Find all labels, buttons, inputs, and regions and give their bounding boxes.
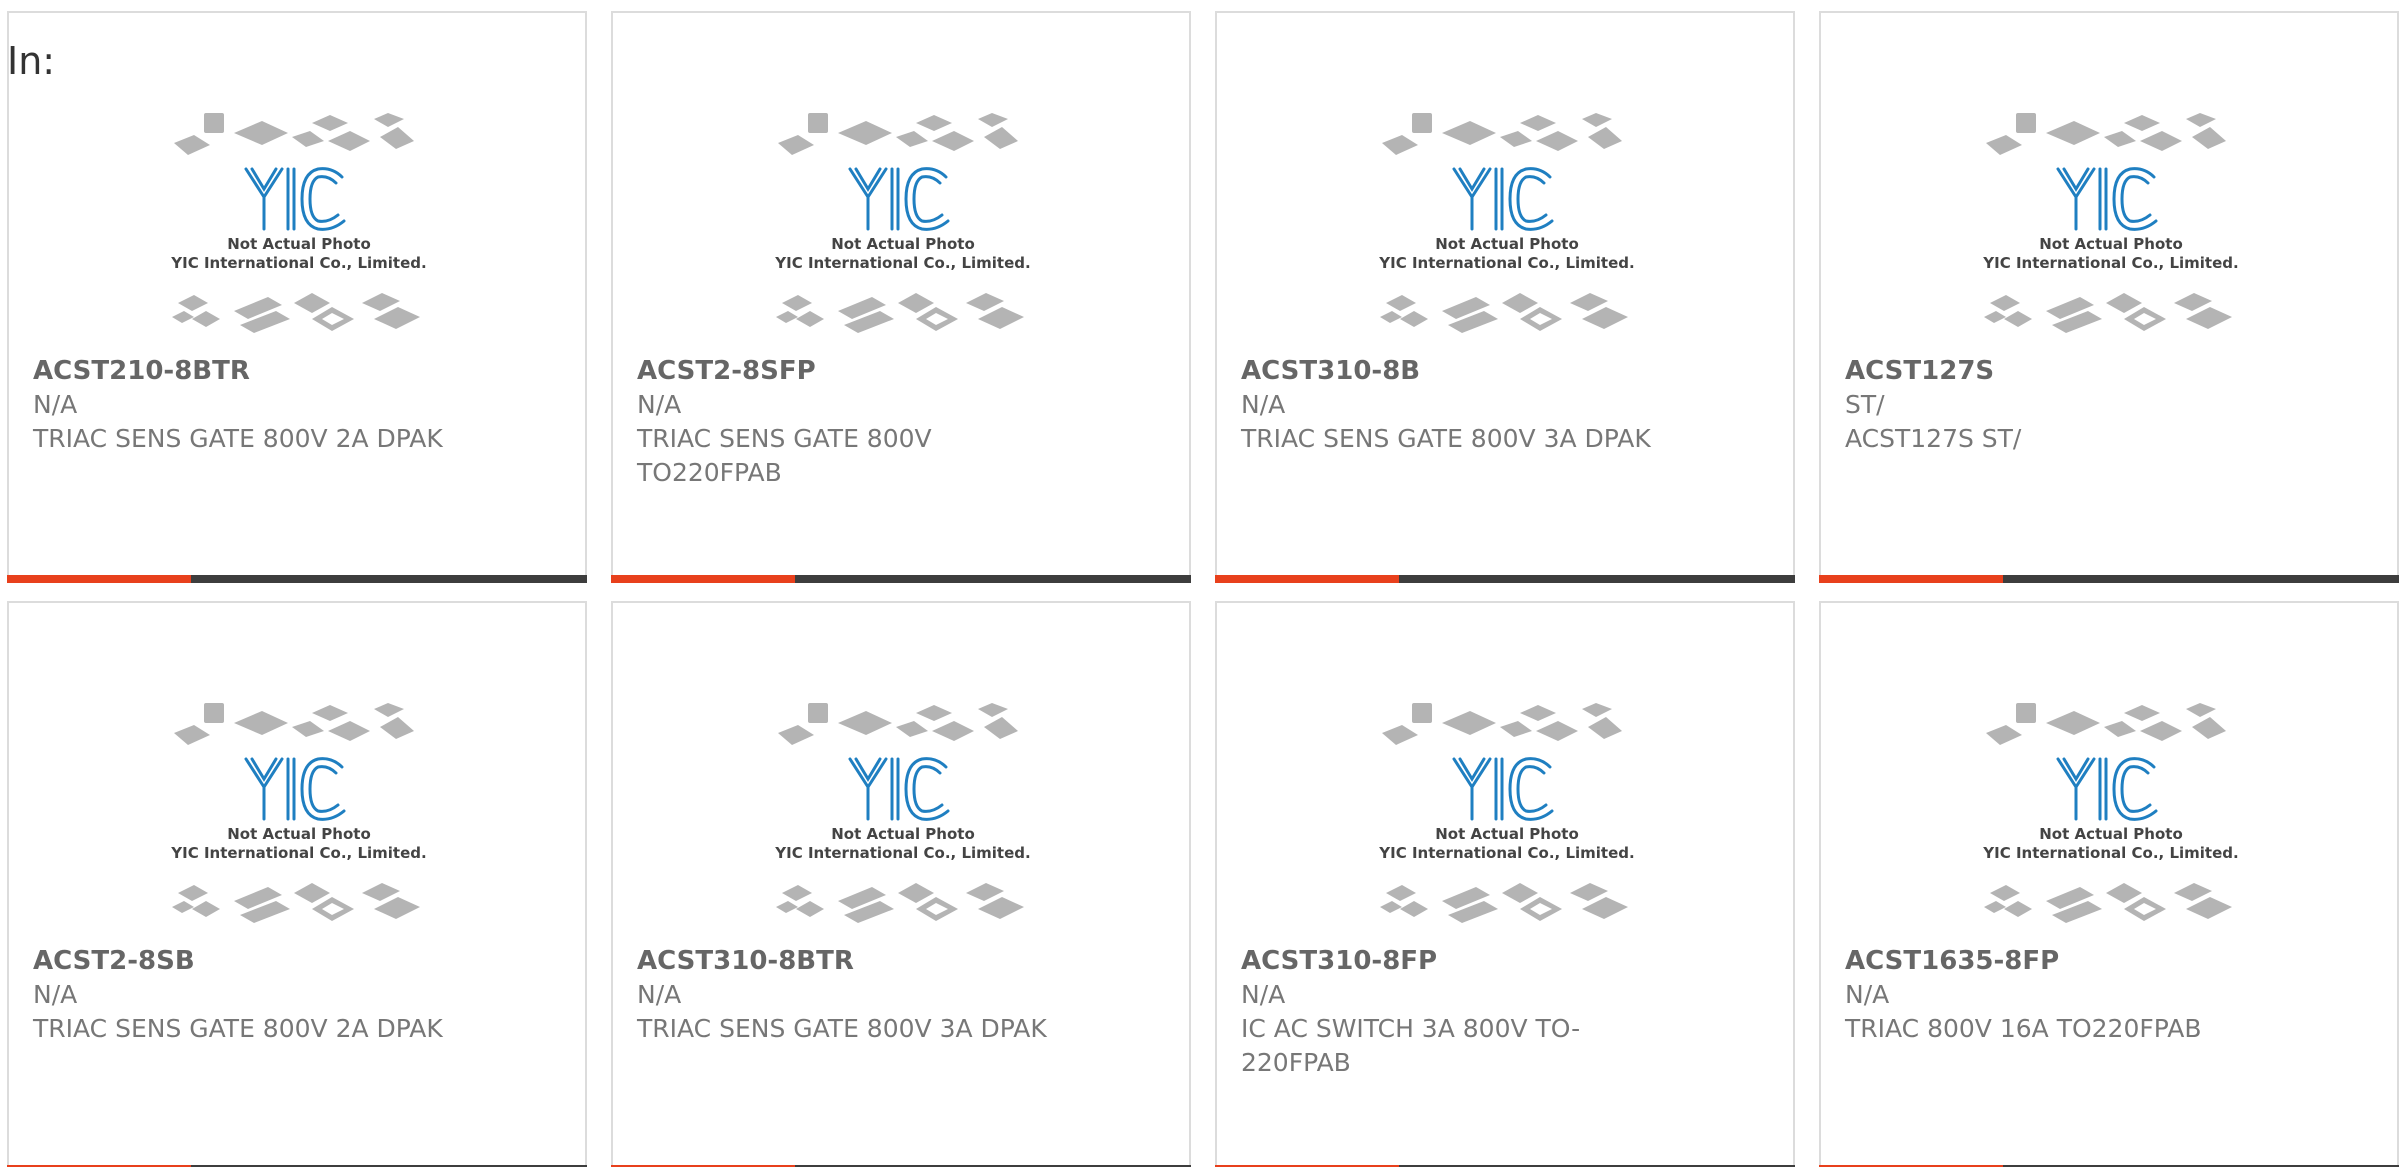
- manufacturer: N/A: [33, 980, 78, 1009]
- product-photo-placeholder: Not Actual PhotoYIC International Co., L…: [170, 703, 427, 923]
- description: TRIAC SENS GATE 800V 3A DPAK: [637, 1014, 1047, 1043]
- chip-cluster-bottom: [1984, 883, 2232, 923]
- chip-cluster-top: [778, 703, 1018, 745]
- product-card[interactable]: Not Actual Photo YIC International Co., L…: [611, 601, 1191, 1167]
- chip-cluster-top: [174, 113, 414, 155]
- card-bottom-bar: [611, 575, 1191, 583]
- yic-logo-icon: [848, 757, 950, 821]
- manufacturer: N/A: [637, 980, 682, 1009]
- product-card[interactable]: Not Actual Photo YIC International Co., L…: [611, 11, 1191, 583]
- company-caption: YIC International Co., Limited.: [1982, 254, 2238, 272]
- product-card[interactable]: Not Actual Photo YIC International Co., L…: [7, 11, 587, 583]
- product-info: ACST127S ST/ ACST127S ST/: [1845, 354, 2365, 456]
- yic-logo-icon: [1452, 757, 1554, 821]
- product-info: ACST210-8BTR N/A TRIAC SENS GATE 800V 2A…: [33, 354, 553, 456]
- product-info: ACST310-8FP N/A IC AC SWITCH 3A 800V TO-…: [1241, 944, 1761, 1080]
- not-actual-photo-caption: Not Actual Photo: [227, 235, 371, 253]
- product-card[interactable]: Not Actual Photo YIC International Co., L…: [7, 601, 587, 1167]
- chip-cluster-bottom: [1380, 293, 1628, 333]
- product-photo-placeholder: Not Actual PhotoYIC International Co., L…: [1378, 113, 1635, 333]
- manufacturer: N/A: [1241, 980, 1286, 1009]
- not-actual-photo-caption: Not Actual Photo: [2039, 235, 2183, 253]
- company-caption: YIC International Co., Limited.: [774, 254, 1030, 272]
- part-number[interactable]: ACST310-8FP: [1241, 944, 1761, 978]
- chip-cluster-top: [1986, 113, 2226, 155]
- product-photo-placeholder: Not Actual PhotoYIC International Co., L…: [170, 113, 427, 333]
- yic-logo-icon: [848, 167, 950, 231]
- product-photo-placeholder: Not Actual PhotoYIC International Co., L…: [774, 703, 1031, 923]
- product-card[interactable]: Not Actual Photo YIC International Co., L…: [1215, 601, 1795, 1167]
- product-grid: Not Actual Photo YIC International Co., L…: [7, 11, 2399, 1167]
- yic-logo-icon: [244, 757, 346, 821]
- part-number[interactable]: ACST127S: [1845, 354, 2365, 388]
- product-info: ACST2-8SB N/A TRIAC SENS GATE 800V 2A DP…: [33, 944, 553, 1046]
- part-number[interactable]: ACST210-8BTR: [33, 354, 553, 388]
- product-info: ACST310-8B N/A TRIAC SENS GATE 800V 3A D…: [1241, 354, 1761, 456]
- not-actual-photo-caption: Not Actual Photo: [831, 235, 975, 253]
- manufacturer: N/A: [1845, 980, 1890, 1009]
- product-listing-page: In: Not Actual Photo YIC International Co…: [0, 0, 2400, 1167]
- product-photo-placeholder: Not Actual PhotoYIC International Co., L…: [1982, 113, 2239, 333]
- product-photo-placeholder: Not Actual PhotoYIC International Co., L…: [1378, 703, 1635, 923]
- chip-cluster-bottom: [1984, 293, 2232, 333]
- product-photo-placeholder: Not Actual PhotoYIC International Co., L…: [774, 113, 1031, 333]
- part-number[interactable]: ACST1635-8FP: [1845, 944, 2365, 978]
- chip-cluster-bottom: [1380, 883, 1628, 923]
- description: TRIAC SENS GATE 800V 3A DPAK: [1241, 424, 1651, 453]
- chip-cluster-bottom: [172, 293, 420, 333]
- card-bottom-bar: [1215, 575, 1795, 583]
- product-card[interactable]: Not Actual Photo YIC International Co., L…: [1819, 11, 2399, 583]
- company-caption: YIC International Co., Limited.: [1378, 254, 1634, 272]
- manufacturer: N/A: [1241, 390, 1286, 419]
- not-actual-photo-caption: Not Actual Photo: [1435, 235, 1579, 253]
- description: TRIAC SENS GATE 800V 2A DPAK: [33, 424, 443, 453]
- chip-cluster-bottom: [776, 883, 1024, 923]
- chip-cluster-bottom: [172, 883, 420, 923]
- description: ACST127S ST/: [1845, 424, 2022, 453]
- manufacturer: N/A: [33, 390, 78, 419]
- part-number[interactable]: ACST2-8SFP: [637, 354, 1157, 388]
- company-caption: YIC International Co., Limited.: [170, 844, 426, 862]
- yic-logo-icon: [244, 167, 346, 231]
- description: TRIAC SENS GATE 800V 2A DPAK: [33, 1014, 443, 1043]
- yic-logo-icon: [2056, 167, 2158, 231]
- chip-cluster-top: [778, 113, 1018, 155]
- part-number[interactable]: ACST310-8B: [1241, 354, 1761, 388]
- not-actual-photo-caption: Not Actual Photo: [227, 825, 371, 843]
- filter-label: In:: [7, 39, 56, 83]
- chip-cluster-top: [1382, 703, 1622, 745]
- product-info: ACST310-8BTR N/A TRIAC SENS GATE 800V 3A…: [637, 944, 1157, 1046]
- product-card[interactable]: Not Actual Photo YIC International Co., L…: [1819, 601, 2399, 1167]
- yic-logo-icon: [1452, 167, 1554, 231]
- not-actual-photo-caption: Not Actual Photo: [1435, 825, 1579, 843]
- product-photo-placeholder: Not Actual PhotoYIC International Co., L…: [1982, 703, 2239, 923]
- description: TRIAC 800V 16A TO220FPAB: [1845, 1014, 2202, 1043]
- company-caption: YIC International Co., Limited.: [170, 254, 426, 272]
- manufacturer: ST/: [1845, 390, 1885, 419]
- chip-cluster-top: [174, 703, 414, 745]
- card-bottom-bar: [1819, 575, 2399, 583]
- manufacturer: N/A: [637, 390, 682, 419]
- description: IC AC SWITCH 3A 800V TO-220FPAB: [1241, 1014, 1581, 1077]
- description: TRIAC SENS GATE 800V TO220FPAB: [637, 424, 932, 487]
- not-actual-photo-caption: Not Actual Photo: [2039, 825, 2183, 843]
- company-caption: YIC International Co., Limited.: [1982, 844, 2238, 862]
- not-actual-photo-caption: Not Actual Photo: [831, 825, 975, 843]
- chip-cluster-bottom: [776, 293, 1024, 333]
- product-info: ACST1635-8FP N/A TRIAC 800V 16A TO220FPA…: [1845, 944, 2365, 1046]
- part-number[interactable]: ACST310-8BTR: [637, 944, 1157, 978]
- company-caption: YIC International Co., Limited.: [1378, 844, 1634, 862]
- company-caption: YIC International Co., Limited.: [774, 844, 1030, 862]
- yic-logo-icon: [2056, 757, 2158, 821]
- chip-cluster-top: [1382, 113, 1622, 155]
- product-info: ACST2-8SFP N/A TRIAC SENS GATE 800V TO22…: [637, 354, 1157, 490]
- chip-cluster-top: [1986, 703, 2226, 745]
- part-number[interactable]: ACST2-8SB: [33, 944, 553, 978]
- card-bottom-bar: [7, 575, 587, 583]
- product-card[interactable]: Not Actual Photo YIC International Co., L…: [1215, 11, 1795, 583]
